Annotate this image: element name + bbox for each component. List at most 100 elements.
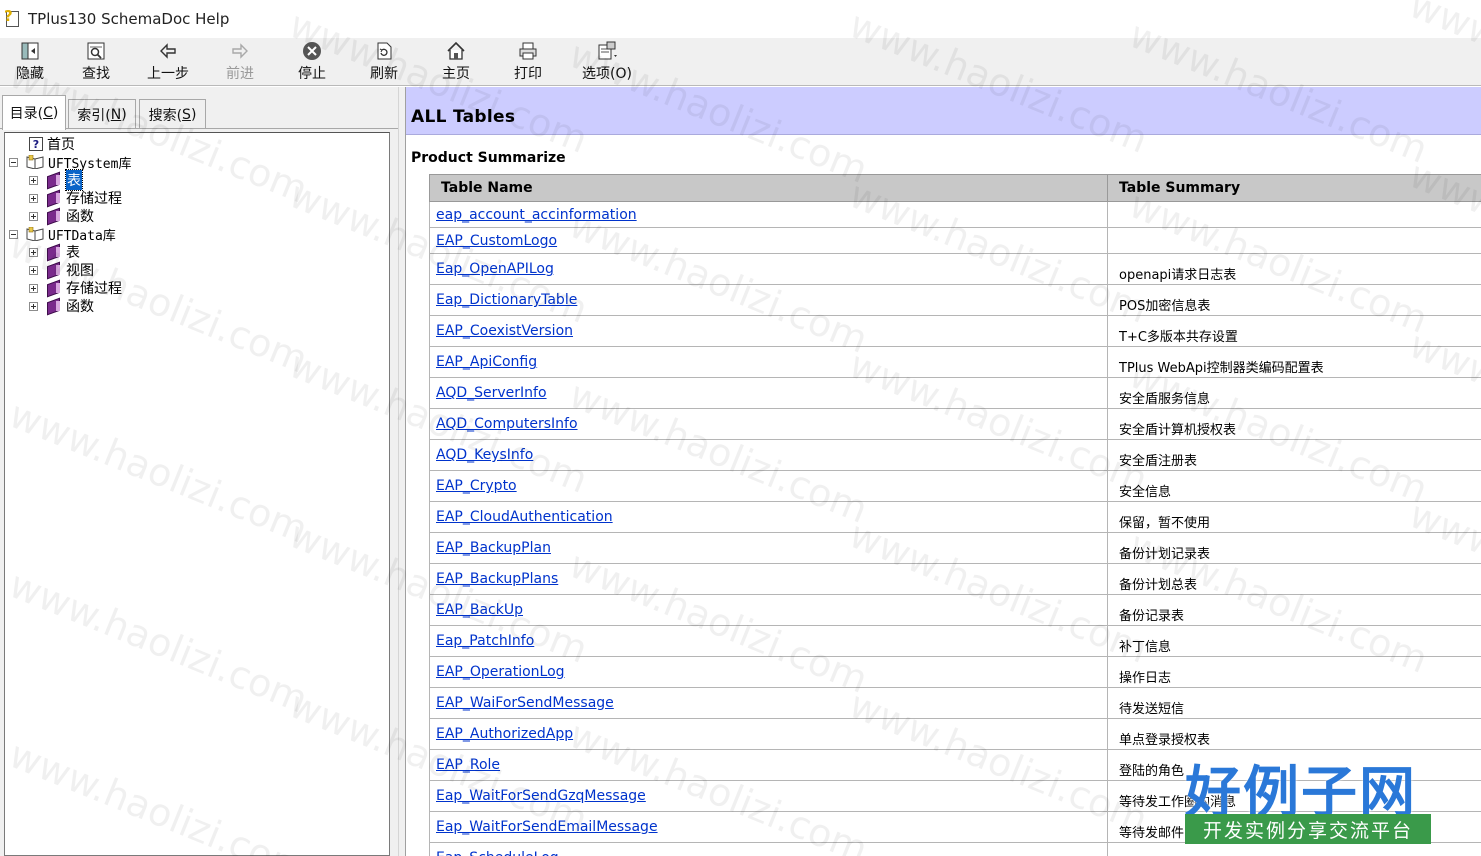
table-summary-cell: openapi请求日志表 — [1107, 253, 1481, 285]
back-button[interactable]: 上一步 — [132, 38, 204, 86]
expand-icon[interactable] — [29, 265, 38, 275]
table-name-link[interactable]: EAP_CloudAuthentication — [436, 509, 613, 525]
closed-book-icon — [46, 173, 62, 187]
table-name-link[interactable]: EAP_AuthorizedApp — [436, 726, 573, 742]
table-summary-cell: 安全盾服务信息 — [1107, 377, 1481, 409]
tree-item-label: 首页 — [47, 137, 75, 153]
forward-button[interactable]: 前进 — [204, 38, 276, 86]
contents-tree[interactable]: ? 首页 UFTSystem库表存储过程 函数 UFTData库表视图 存储过程 函数 — [4, 132, 390, 856]
table-name-cell: EAP_CoexistVersion — [429, 315, 1108, 347]
find-button-label: 查找 — [82, 66, 110, 82]
tree-item-label: UFTSystem库 — [48, 156, 132, 172]
table-summary-cell: 安全盾注册表 — [1107, 439, 1481, 471]
tree-item[interactable]: UFTData库 — [9, 225, 116, 244]
table-name-cell: EAP_BackupPlan — [429, 532, 1108, 564]
tab-label-part: ) — [121, 106, 127, 123]
table-name-link[interactable]: EAP_BackupPlans — [436, 571, 558, 587]
table-name-link[interactable]: Eap_WaitForSendGzqMessage — [436, 788, 646, 804]
nav-tabs: 目录(C) 索引(N) 搜索(S) — [0, 95, 398, 130]
table-name-link[interactable]: Eap_PatchInfo — [436, 633, 534, 649]
table-name-cell: EAP_CustomLogo — [429, 227, 1108, 254]
table-name-link[interactable]: EAP_Role — [436, 757, 500, 773]
table-row: Eap_WaitForSendEmailMessage 等待发邮件 — [429, 811, 1481, 843]
table-name-link[interactable]: Eap_OpenAPILog — [436, 261, 554, 277]
table-name-link[interactable]: Eap_ScheduleLog — [436, 850, 559, 856]
table-name-link[interactable]: EAP_Crypto — [436, 478, 517, 494]
tree-item[interactable]: 视图 — [29, 261, 94, 279]
hide-button[interactable]: 隐藏 — [0, 38, 60, 86]
table-summary-cell: 操作日志 — [1107, 656, 1481, 688]
expand-icon[interactable] — [29, 301, 38, 311]
table-row: EAP_BackupPlans 备份计划总表 — [429, 563, 1481, 595]
tab-label-part: C — [43, 105, 53, 121]
table-name-link[interactable]: Eap_WaitForSendEmailMessage — [436, 819, 658, 835]
tab-index[interactable]: 索引(N) — [68, 99, 136, 129]
table-name-link[interactable]: EAP_WaiForSendMessage — [436, 695, 614, 711]
table-name-link[interactable]: Eap_DictionaryTable — [436, 292, 577, 308]
tab-search[interactable]: 搜索(S) — [139, 99, 206, 129]
table-summary-cell: 单点登录授权表 — [1107, 718, 1481, 750]
table-name-link[interactable]: EAP_BackupPlan — [436, 540, 551, 556]
table-name-cell: EAP_CloudAuthentication — [429, 501, 1108, 533]
table-row: AQD_KeysInfo 安全盾注册表 — [429, 439, 1481, 471]
home-button-label: 主页 — [442, 66, 470, 82]
table-name-link[interactable]: EAP_BackUp — [436, 602, 523, 618]
table-summary-cell — [1107, 201, 1481, 228]
expand-icon[interactable] — [29, 283, 38, 293]
print-button[interactable]: 打印 — [492, 38, 564, 86]
tree-item[interactable]: 函数 — [29, 297, 94, 315]
table-name-link[interactable]: EAP_OperationLog — [436, 664, 565, 680]
table-name-cell: Eap_PatchInfo — [429, 625, 1108, 657]
closed-book-icon — [46, 245, 62, 259]
table-summary-cell: T+C多版本共存设置 — [1107, 315, 1481, 347]
table-name-cell: Eap_ScheduleLog — [429, 842, 1108, 856]
expand-icon[interactable] — [29, 175, 38, 185]
table-name-link[interactable]: EAP_ApiConfig — [436, 354, 537, 370]
table-row: Eap_OpenAPILog openapi请求日志表 — [429, 253, 1481, 285]
tree-item[interactable]: UFTSystem库 — [9, 153, 132, 172]
tree-item[interactable]: ? 首页 — [29, 135, 75, 153]
options-icon — [596, 40, 618, 62]
tree-item-label: 存储过程 — [66, 281, 122, 297]
table-name-link[interactable]: AQD_ServerInfo — [436, 385, 547, 401]
table-name-link[interactable]: eap_account_accinformation — [436, 207, 637, 223]
help-app-icon: ? — [4, 7, 22, 29]
tree-item[interactable]: 表 — [29, 169, 83, 191]
table-name-link[interactable]: AQD_ComputersInfo — [436, 416, 578, 432]
options-button[interactable]: 选项(O) — [564, 38, 650, 86]
tree-item[interactable]: 函数 — [29, 207, 94, 225]
table-row: EAP_BackupPlan 备份计划记录表 — [429, 532, 1481, 564]
refresh-button[interactable]: 刷新 — [348, 38, 420, 86]
tab-contents[interactable]: 目录(C) — [2, 95, 66, 130]
column-header-table-name: Table Name — [429, 174, 1108, 202]
home-button[interactable]: 主页 — [420, 38, 492, 86]
collapse-icon[interactable] — [9, 229, 18, 239]
title-bar: ? TPlus130 SchemaDoc Help — [0, 0, 1481, 38]
collapse-icon[interactable] — [9, 157, 18, 167]
tab-label-part: 搜索( — [148, 107, 183, 124]
column-header-table-summary: Table Summary — [1107, 174, 1481, 202]
hide-pane-icon — [19, 40, 41, 62]
table-row: EAP_BackUp 备份记录表 — [429, 594, 1481, 626]
table-name-cell: eap_account_accinformation — [429, 201, 1108, 228]
table-row: EAP_CustomLogo — [429, 227, 1481, 254]
pane-splitter[interactable] — [398, 87, 406, 856]
closed-book-icon — [46, 263, 62, 277]
table-name-link[interactable]: EAP_CustomLogo — [436, 233, 557, 249]
expand-icon[interactable] — [29, 247, 38, 257]
table-name-cell: EAP_OperationLog — [429, 656, 1108, 688]
tab-label-part: N — [110, 106, 122, 123]
tree-item[interactable]: 存储过程 — [29, 279, 122, 297]
tree-item-label: 表 — [65, 169, 83, 191]
expand-icon[interactable] — [29, 193, 38, 203]
table-name-link[interactable]: EAP_CoexistVersion — [436, 323, 573, 339]
tree-item[interactable]: 存储过程 — [29, 189, 122, 207]
table-name-cell: EAP_BackUp — [429, 594, 1108, 626]
table-row: EAP_AuthorizedApp 单点登录授权表 — [429, 718, 1481, 750]
expand-icon[interactable] — [29, 211, 38, 221]
stop-button[interactable]: 停止 — [276, 38, 348, 86]
table-name-link[interactable]: AQD_KeysInfo — [436, 447, 533, 463]
table-row: Eap_ScheduleLog 调度日志 — [429, 842, 1481, 856]
find-button[interactable]: 查找 — [60, 38, 132, 86]
tree-item[interactable]: 表 — [29, 243, 80, 261]
